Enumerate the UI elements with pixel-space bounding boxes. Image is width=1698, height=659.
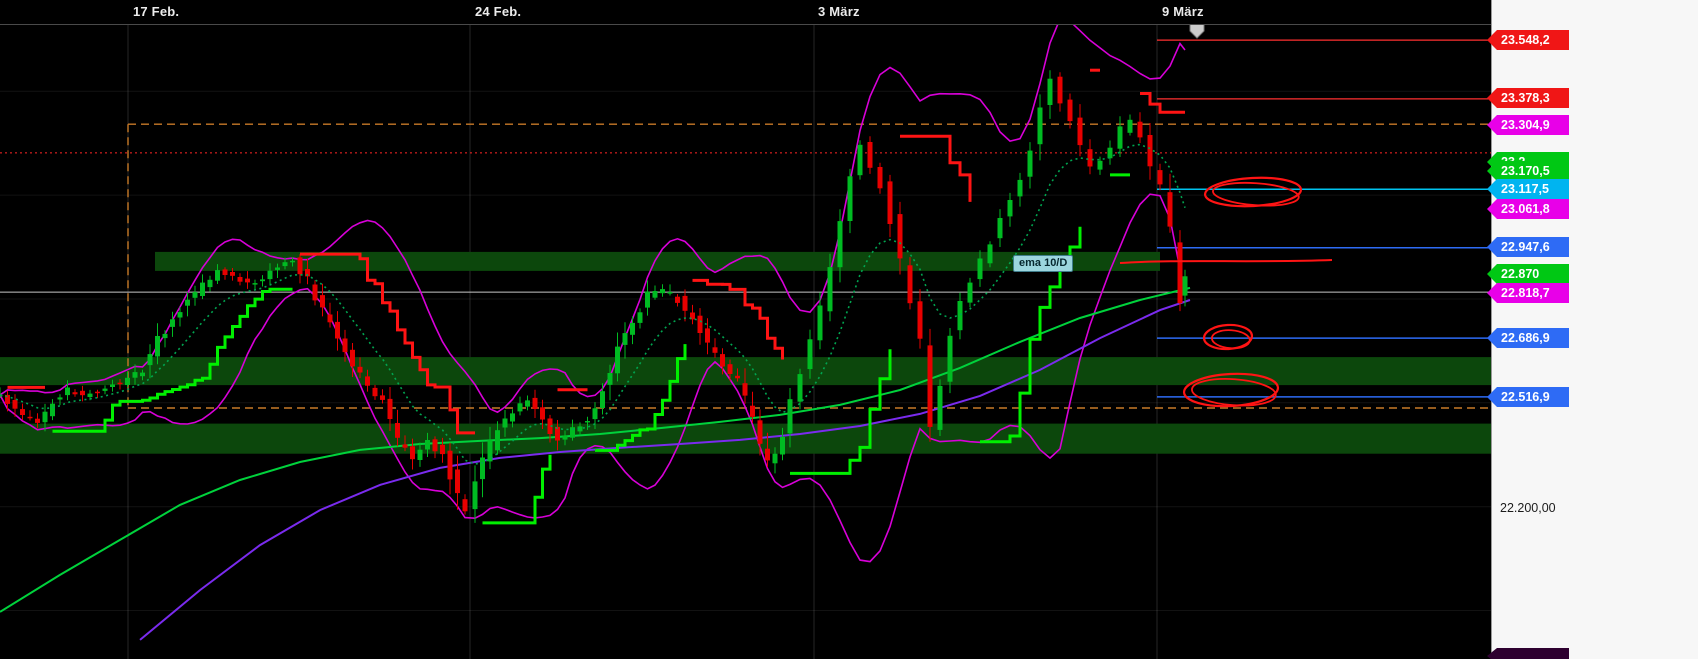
chart-canvas[interactable]	[0, 0, 1491, 659]
trend-step-down-line	[900, 134, 972, 202]
date-label: 24 Feb.	[475, 4, 522, 19]
trading-chart-screen: 17 Feb. 24 Feb. 3 März 9 März ema 10/D 22.2…	[0, 0, 1698, 659]
date-label: 17 Feb.	[133, 4, 180, 19]
ema-indicator-label[interactable]: ema 10/D	[1013, 255, 1074, 272]
price-axis-level-label: 22.200,00	[1500, 501, 1556, 515]
price-tag[interactable]: 22.870	[1487, 264, 1569, 284]
price-tag[interactable]: 22.947,6	[1487, 237, 1569, 257]
price-tag[interactable]: 23.170,5	[1487, 161, 1569, 181]
bollinger-upper-line	[0, 17, 1186, 414]
price-tag[interactable]: 22.686,9	[1487, 328, 1569, 348]
partial-price-tag[interactable]	[1487, 648, 1569, 659]
price-tag[interactable]: 23.548,2	[1487, 30, 1569, 50]
price-tag[interactable]: 23.117,5	[1487, 179, 1569, 199]
price-tag[interactable]: 23.304,9	[1487, 115, 1569, 135]
price-tag[interactable]: 23.378,3	[1487, 88, 1569, 108]
red-scribble-ellipse	[1210, 329, 1251, 350]
price-tag[interactable]: 22.818,7	[1487, 283, 1569, 303]
time-axis[interactable]: 17 Feb. 24 Feb. 3 März 9 März	[0, 0, 1491, 25]
price-tag[interactable]: 23.061,8	[1487, 199, 1569, 219]
trend-step-down-line	[1140, 92, 1185, 114]
alert-marker-icon[interactable]	[1189, 23, 1205, 39]
candlestick-layer	[0, 70, 1188, 523]
price-tag[interactable]: 22.516,9	[1487, 387, 1569, 407]
price-axis-panel[interactable]: 22.200,00 23.548,223.378,323.304,923.223…	[1487, 0, 1698, 659]
date-label: 9 März	[1162, 4, 1204, 19]
date-label: 3 März	[818, 4, 860, 19]
